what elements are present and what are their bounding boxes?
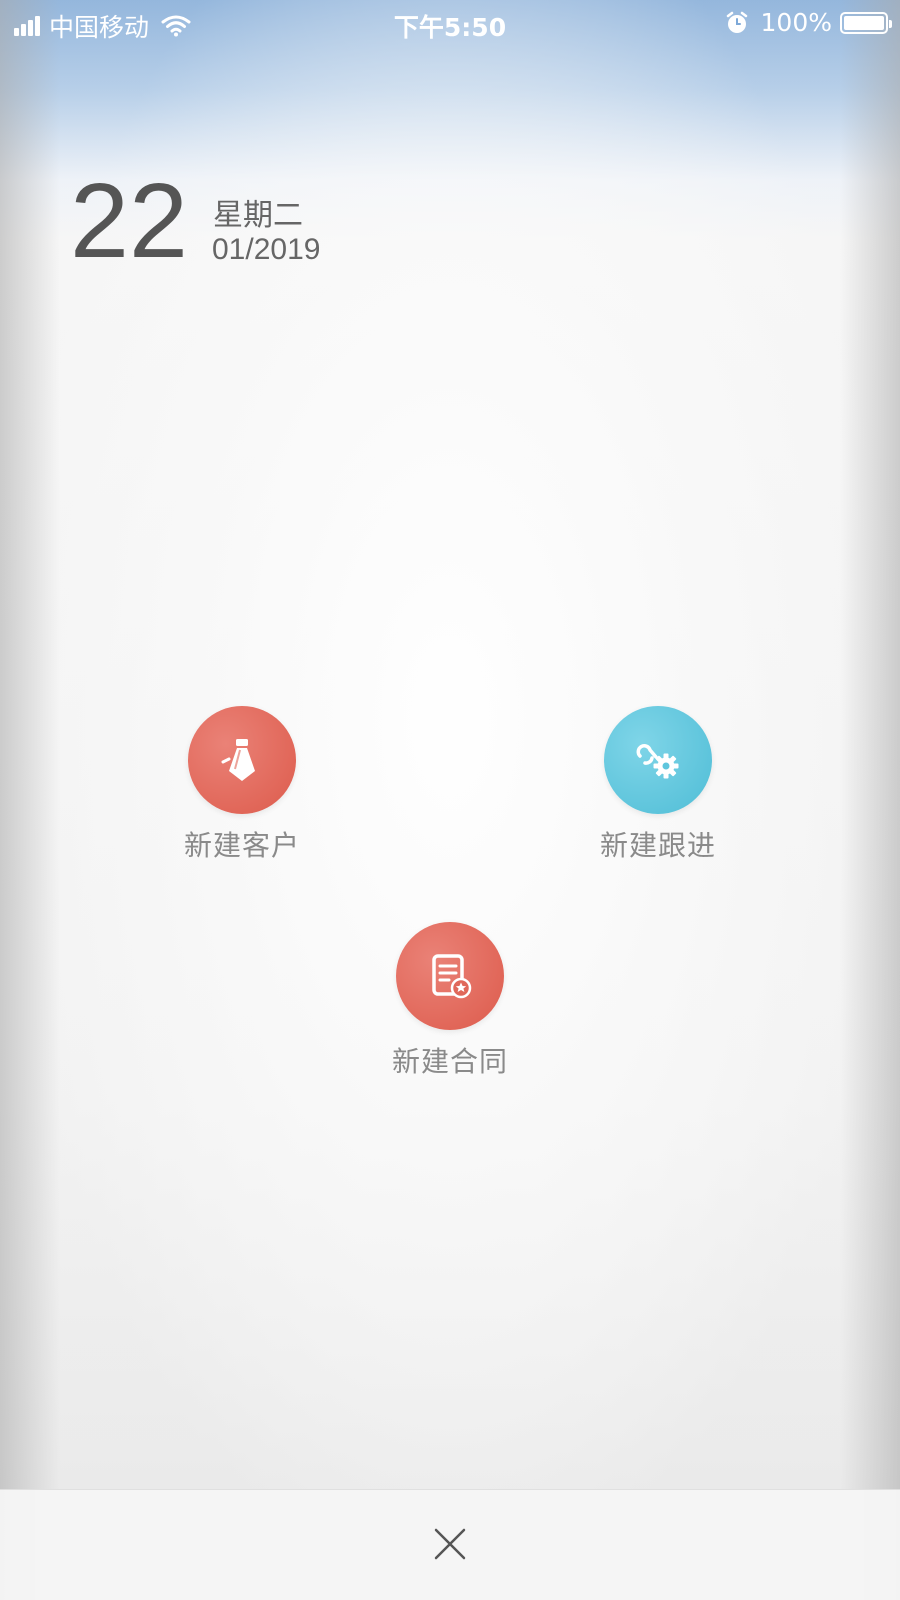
date-month-year: 01/2019: [212, 233, 321, 266]
close-icon: [434, 1528, 466, 1560]
status-bar: 中国移动 下午5:50 100%: [0, 0, 900, 46]
edge-shadow-left: [0, 0, 60, 1600]
new-contract-label: 新建合同: [391, 1045, 508, 1078]
new-followup-circle[interactable]: [604, 706, 712, 814]
close-button[interactable]: [420, 1514, 480, 1574]
new-followup-label: 新建跟进: [599, 829, 716, 862]
new-contract-circle[interactable]: [396, 922, 504, 1030]
battery-fill: [844, 15, 884, 30]
link-gear-icon: [636, 744, 679, 779]
status-right: 100%: [725, 8, 892, 37]
date-weekday: 星期二: [213, 198, 303, 233]
new-customer-label: 新建客户: [183, 829, 300, 862]
battery-icon: [840, 11, 892, 34]
new-customer-button[interactable]: 新建客户: [152, 706, 332, 864]
tie-icon: [221, 739, 255, 781]
edge-shadow-right: [840, 0, 900, 1600]
quick-create-overlay: 中国移动 下午5:50 100% 22 星期二 01/2019 新建客户 新建跟…: [0, 0, 900, 1600]
contract-icon: [432, 954, 472, 999]
close-bar: [0, 1489, 900, 1600]
alarm-icon: [726, 11, 747, 33]
battery-percentage: 100%: [760, 8, 832, 37]
new-customer-circle[interactable]: [188, 706, 296, 814]
new-contract-button[interactable]: 新建合同: [360, 922, 540, 1080]
date-day: 22: [70, 162, 188, 280]
new-followup-button[interactable]: 新建跟进: [568, 706, 748, 864]
